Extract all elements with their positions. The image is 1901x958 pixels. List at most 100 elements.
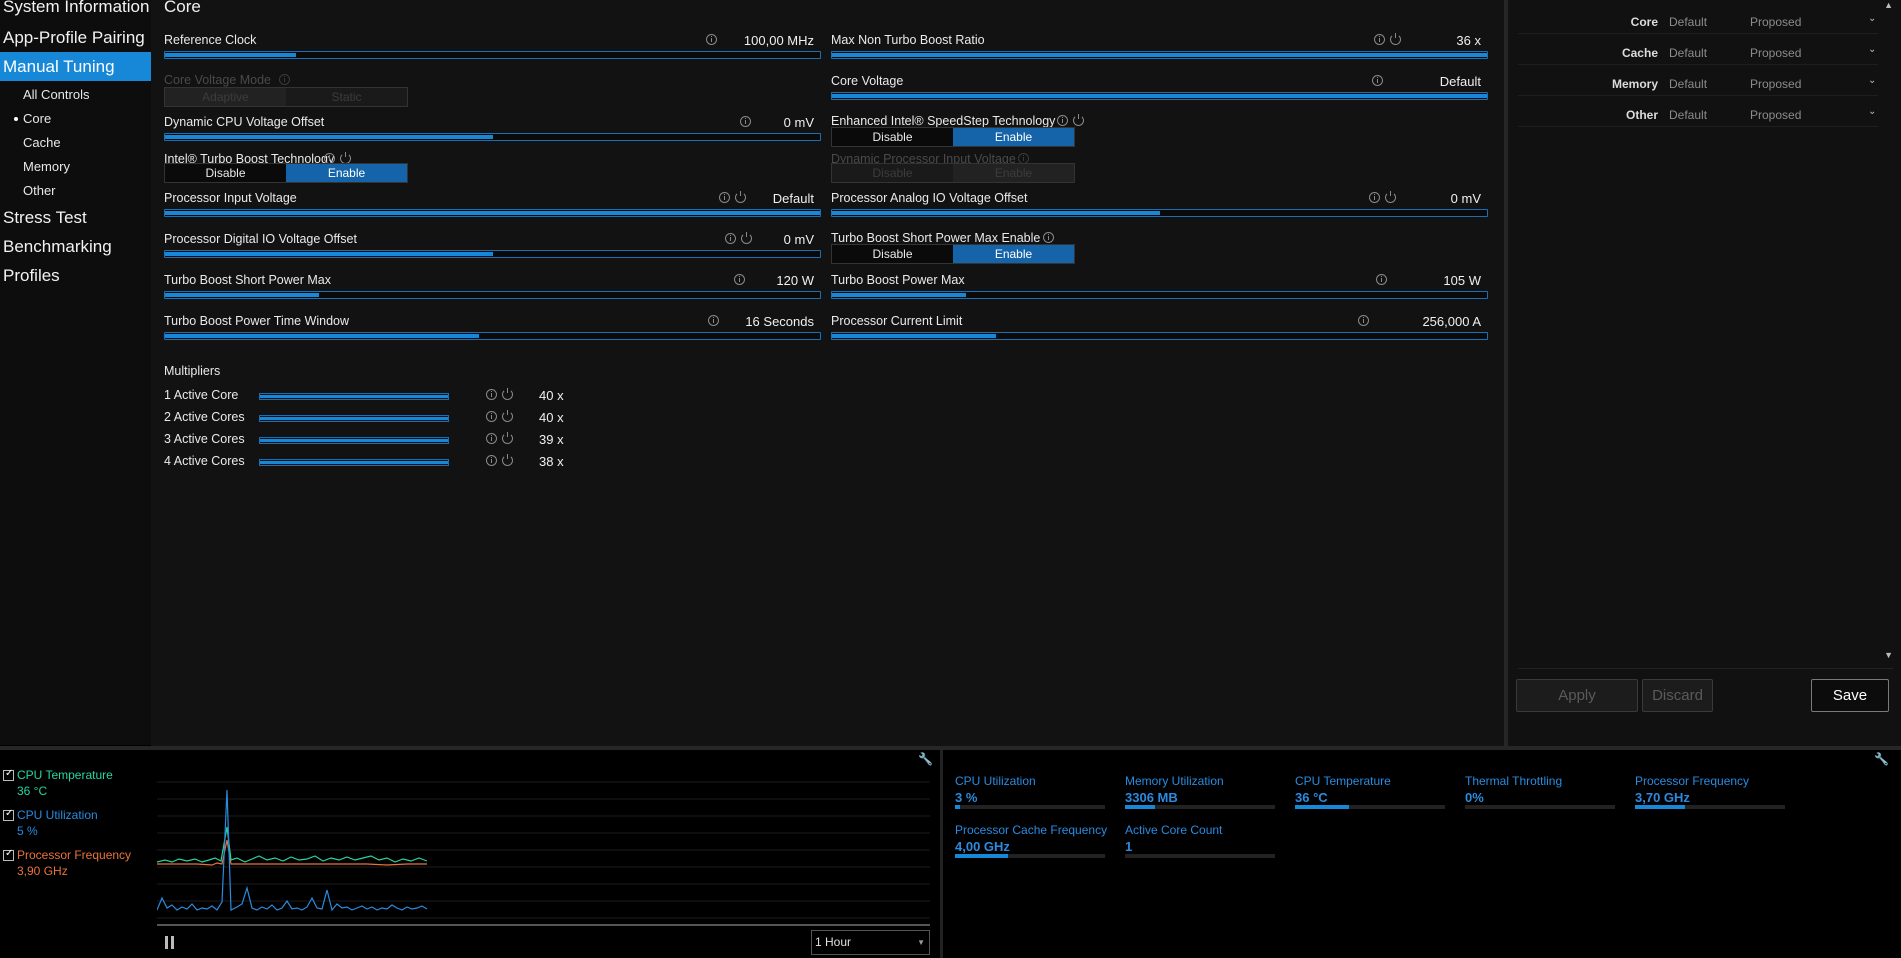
proposed-row-core[interactable]: Core Default Proposed ⌄ <box>1518 9 1878 34</box>
info-icon[interactable] <box>740 116 751 127</box>
toggle-option-disable[interactable]: Disable <box>165 164 286 182</box>
power-icon[interactable] <box>1073 114 1084 126</box>
processor-analog-io-slider[interactable] <box>831 209 1488 217</box>
slider-fill <box>832 211 1160 215</box>
proposed-row-proposed: Proposed <box>1750 108 1802 122</box>
info-icon[interactable] <box>706 34 717 45</box>
core-voltage-slider[interactable] <box>831 92 1488 100</box>
power-icon[interactable] <box>502 454 513 466</box>
processor-input-voltage-slider[interactable] <box>164 209 821 217</box>
reference-clock-slider[interactable] <box>164 51 821 59</box>
chevron-down-icon: ▼ <box>917 938 925 947</box>
metric-bar-fill <box>1125 805 1155 809</box>
nav-system-information[interactable]: System Information <box>0 0 151 21</box>
discard-button[interactable]: Discard <box>1642 679 1713 712</box>
turbo-power-time-window-slider[interactable] <box>164 332 821 340</box>
setting-core-voltage: Core Voltage Default <box>831 74 1488 104</box>
nav-sub-cache[interactable]: Cache <box>0 131 151 155</box>
proposed-row-proposed: Proposed <box>1750 15 1802 29</box>
monitoring-panel: CPU Temperature 36 °C CPU Utilization 5 … <box>0 750 1901 958</box>
legend-value: 36 °C <box>17 784 48 798</box>
toggle-option-disable[interactable]: Disable <box>832 245 953 263</box>
checkbox[interactable] <box>3 848 14 861</box>
info-icon[interactable] <box>486 455 497 466</box>
power-icon[interactable] <box>735 191 746 203</box>
info-icon[interactable] <box>1043 232 1054 243</box>
toggle-option-enable[interactable]: Enable <box>286 164 407 182</box>
power-icon[interactable] <box>741 232 752 244</box>
chevron-down-icon[interactable]: ⌄ <box>1868 44 1876 55</box>
power-icon[interactable] <box>502 432 513 444</box>
toggle-option-enable[interactable]: Enable <box>953 245 1074 263</box>
scroll-up-icon[interactable]: ▲ <box>1884 0 1893 10</box>
dynamic-cpu-offset-slider[interactable] <box>164 133 821 141</box>
nav-app-profile-pairing[interactable]: App-Profile Pairing <box>0 23 151 52</box>
slider-fill <box>832 334 996 338</box>
chevron-down-icon[interactable]: ⌄ <box>1868 75 1876 86</box>
info-icon[interactable] <box>1376 274 1387 285</box>
metric-processor-frequency: Processor Frequency 3,70 GHz <box>1635 774 1785 809</box>
power-icon[interactable] <box>502 410 513 422</box>
multiplier-value: 39 x <box>539 432 564 447</box>
time-range-select[interactable]: 1 Hour ▼ <box>811 930 930 955</box>
info-icon[interactable] <box>486 433 497 444</box>
info-icon[interactable] <box>734 274 745 285</box>
nav-profiles[interactable]: Profiles <box>0 261 151 290</box>
info-icon[interactable] <box>1374 34 1385 45</box>
multiplier-slider[interactable] <box>259 393 449 400</box>
save-button[interactable]: Save <box>1811 679 1889 712</box>
nav-sub-all-controls[interactable]: All Controls <box>0 83 151 107</box>
metric-bar <box>1635 805 1785 809</box>
power-icon[interactable] <box>1390 33 1401 45</box>
proposed-row-cache[interactable]: Cache Default Proposed ⌄ <box>1518 40 1878 65</box>
turbo-power-max-slider[interactable] <box>831 291 1488 299</box>
chevron-down-icon[interactable]: ⌄ <box>1868 13 1876 24</box>
toggle-option-disable[interactable]: Disable <box>832 128 953 146</box>
info-icon[interactable] <box>486 411 497 422</box>
nav-sub-memory[interactable]: Memory <box>0 155 151 179</box>
info-icon[interactable] <box>486 389 497 400</box>
nav-sub-other[interactable]: Other <box>0 179 151 203</box>
metric-value: 3,70 GHz <box>1635 790 1690 805</box>
scroll-down-icon[interactable]: ▼ <box>1884 650 1893 660</box>
processor-current-limit-slider[interactable] <box>831 332 1488 340</box>
toggle-option-enable[interactable]: Enable <box>953 128 1074 146</box>
apply-button[interactable]: Apply <box>1516 679 1638 712</box>
proposed-row-memory[interactable]: Memory Default Proposed ⌄ <box>1518 71 1878 96</box>
proposed-row-other[interactable]: Other Default Proposed ⌄ <box>1518 102 1878 127</box>
speedstep-toggle: Disable Enable <box>831 127 1075 147</box>
processor-digital-io-slider[interactable] <box>164 250 821 258</box>
turbo-short-power-max-slider[interactable] <box>164 291 821 299</box>
pause-icon[interactable] <box>165 936 175 949</box>
nav-sub-core[interactable]: Core <box>0 107 151 131</box>
info-icon[interactable] <box>1358 315 1369 326</box>
power-icon[interactable] <box>502 388 513 400</box>
checkbox[interactable] <box>3 768 14 781</box>
multiplier-value: 38 x <box>539 454 564 469</box>
chevron-down-icon[interactable]: ⌄ <box>1868 106 1876 117</box>
power-icon[interactable] <box>1385 191 1396 203</box>
multiplier-slider[interactable] <box>259 437 449 444</box>
max-non-turbo-slider[interactable] <box>831 51 1488 59</box>
info-icon[interactable] <box>725 233 736 244</box>
setting-label: Enhanced Intel® SpeedStep Technology <box>831 114 1056 128</box>
info-icon[interactable] <box>708 315 719 326</box>
nav-stress-test[interactable]: Stress Test <box>0 203 151 232</box>
multiplier-slider[interactable] <box>259 415 449 422</box>
metric-name: Processor Frequency <box>1635 774 1750 788</box>
setting-value: 0 mV <box>783 115 814 130</box>
setting-value: 100,00 MHz <box>743 33 814 48</box>
wrench-icon[interactable]: 🔧 <box>1874 752 1889 766</box>
info-icon[interactable] <box>1057 115 1068 126</box>
wrench-icon[interactable]: 🔧 <box>918 752 933 766</box>
divider <box>940 750 943 958</box>
nav-benchmarking[interactable]: Benchmarking <box>0 232 151 261</box>
info-icon[interactable] <box>719 192 730 203</box>
metric-bar <box>955 805 1105 809</box>
info-icon[interactable] <box>1369 192 1380 203</box>
monitor-graph <box>157 781 930 926</box>
nav-manual-tuning[interactable]: Manual Tuning <box>0 52 151 81</box>
checkbox[interactable] <box>3 808 14 821</box>
multiplier-slider[interactable] <box>259 459 449 466</box>
info-icon[interactable] <box>1372 75 1383 86</box>
